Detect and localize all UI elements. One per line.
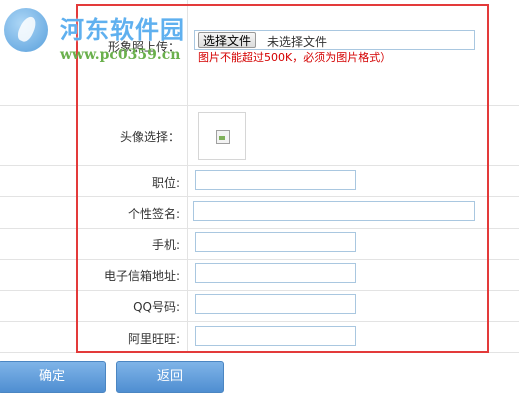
photo-upload-hint: 图片不能超过500K，必须为图片格式） xyxy=(198,51,392,64)
mobile-label: 手机: xyxy=(151,238,180,252)
row-divider xyxy=(0,228,519,229)
row-divider xyxy=(0,165,519,166)
row-divider xyxy=(0,259,519,260)
signature-input[interactable] xyxy=(193,201,475,221)
row-divider xyxy=(0,321,519,322)
email-label: 电子信箱地址: xyxy=(103,269,180,283)
signature-label: 个性签名: xyxy=(127,207,180,221)
row-divider xyxy=(0,290,519,291)
row-divider xyxy=(0,196,519,197)
back-button[interactable]: 返回 xyxy=(116,361,224,393)
photo-file-input[interactable]: 选择文件 未选择文件 xyxy=(194,30,475,50)
mobile-input[interactable] xyxy=(195,232,356,252)
email-input[interactable] xyxy=(195,263,356,283)
file-status-text: 未选择文件 xyxy=(267,35,328,49)
column-divider xyxy=(187,0,188,353)
row-divider xyxy=(0,352,519,353)
choose-file-button[interactable]: 选择文件 xyxy=(198,32,257,48)
aliwangwang-input[interactable] xyxy=(195,326,356,346)
watermark-url: www.pc0359.cn xyxy=(60,47,181,63)
broken-image-icon xyxy=(216,130,230,144)
watermark-title: 河东软件园 xyxy=(60,16,185,44)
avatar-selector[interactable] xyxy=(198,112,246,160)
qq-label: QQ号码: xyxy=(133,300,180,314)
qq-input[interactable] xyxy=(195,294,356,314)
watermark-logo-icon xyxy=(4,8,48,52)
aliwangwang-label: 阿里旺旺: xyxy=(127,332,180,346)
confirm-button[interactable]: 确定 xyxy=(0,361,106,393)
position-label: 职位: xyxy=(151,176,180,190)
avatar-select-label: 头像选择： xyxy=(119,130,180,144)
row-divider xyxy=(0,105,519,106)
position-input[interactable] xyxy=(195,170,356,190)
